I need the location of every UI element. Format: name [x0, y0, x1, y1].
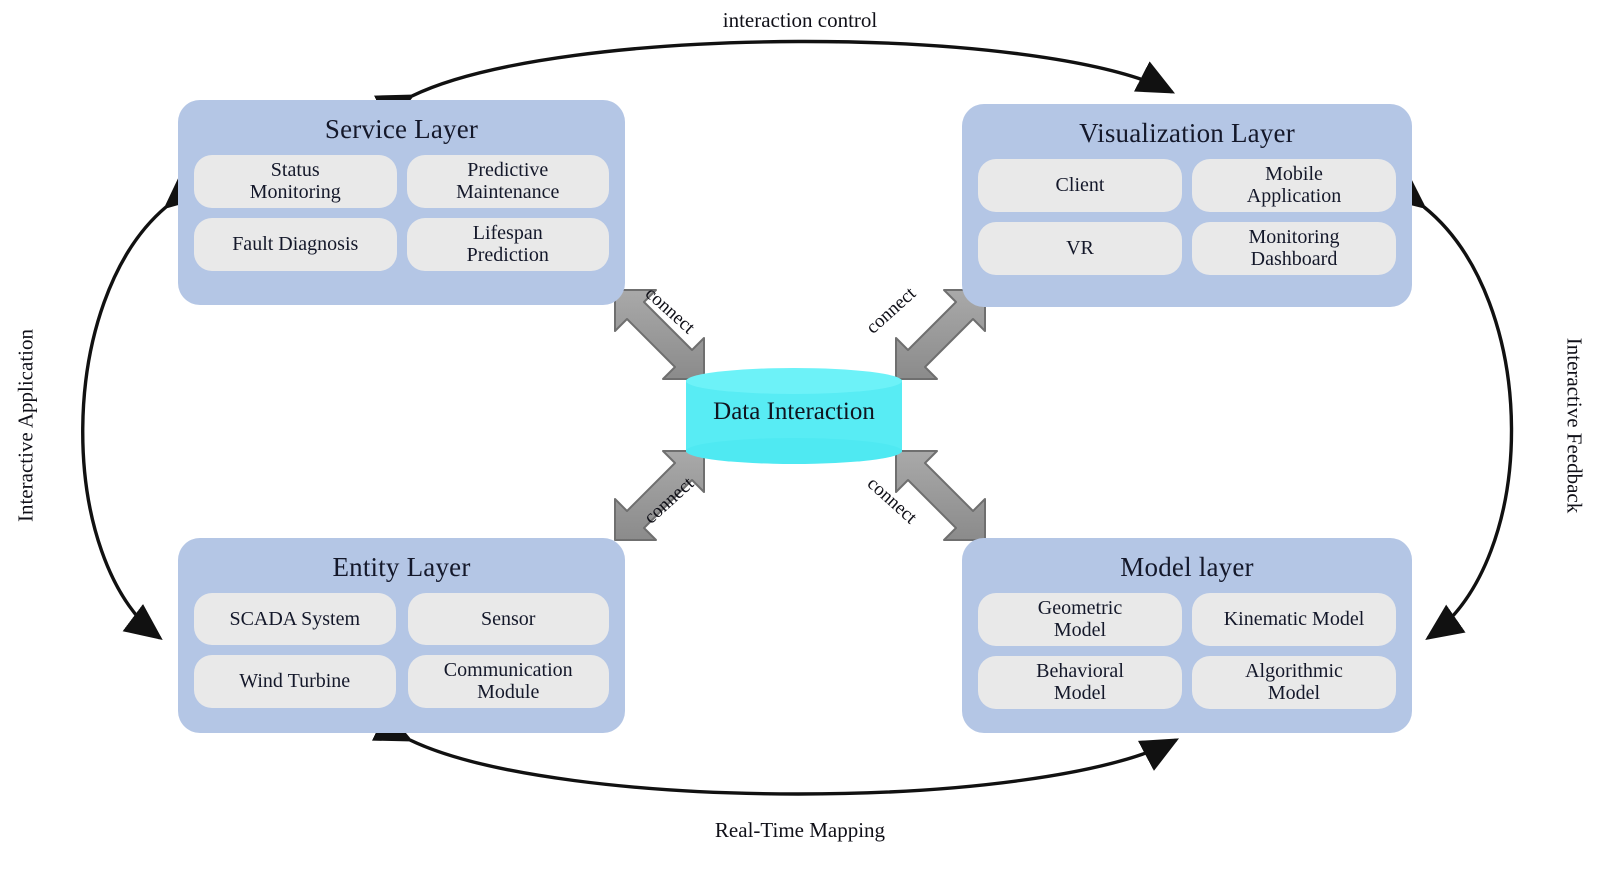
visualization-item-vr[interactable]: VR	[978, 221, 1182, 275]
model-item-kinematic-model[interactable]: Kinematic Model	[1192, 593, 1396, 646]
entity-item-scada-system[interactable]: SCADA System	[194, 593, 396, 645]
pill-grid-visualization: Client Mobile Application VR Monitoring …	[962, 159, 1412, 291]
flow-label-interactive-feedback: Interactive Feedback	[1562, 337, 1587, 514]
layer-title-model: Model layer	[1120, 552, 1254, 582]
entity-item-sensor[interactable]: Sensor	[407, 593, 609, 645]
connect-label-top-right: connect	[862, 283, 921, 339]
data-interaction-cylinder[interactable]: Data Interaction	[686, 368, 902, 464]
service-item-lifespan-prediction[interactable]: Lifespan Prediction	[406, 217, 609, 271]
connect-label-bottom-right: connect	[862, 473, 921, 529]
entity-item-wind-turbine[interactable]: Wind Turbine	[194, 655, 396, 708]
service-item-status-monitoring[interactable]: Status Monitoring	[194, 155, 397, 208]
cylinder-top-ellipse	[686, 368, 902, 394]
connect-arrow-bottom-right	[895, 450, 986, 541]
model-item-algorithmic-model[interactable]: Algorithmic Model	[1192, 655, 1396, 709]
cylinder-bottom-ellipse	[686, 438, 902, 464]
model-item-geometric-model[interactable]: Geometric Model	[978, 593, 1182, 646]
pill-grid-entity: SCADA System Sensor Wind Turbine Communi…	[178, 593, 625, 724]
service-item-predictive-maintenance[interactable]: Predictive Maintenance	[406, 155, 609, 208]
visualization-item-mobile-application[interactable]: Mobile Application	[1192, 159, 1396, 212]
flow-curve-right	[1386, 172, 1514, 640]
connect-label-top-left: connect	[640, 283, 699, 339]
flow-label-interaction-control: interaction control	[722, 8, 878, 32]
layer-title-visualization: Visualization Layer	[1079, 118, 1295, 148]
visualization-item-client[interactable]: Client	[978, 159, 1182, 212]
data-interaction-label: Data Interaction	[713, 398, 875, 425]
flow-curve-left	[81, 172, 203, 641]
model-item-behavioral-model[interactable]: Behavioral Model	[978, 655, 1182, 709]
flow-label-real-time-mapping: Real-Time Mapping	[714, 818, 886, 842]
pill-grid-service: Status Monitoring Predictive Maintenance…	[178, 155, 625, 287]
diagram-canvas: Service Layer Status Monitoring Predicti…	[0, 0, 1600, 870]
layer-panel-visualization[interactable]: Visualization Layer Client Mobile Applic…	[962, 104, 1412, 307]
flow-curve-bottom	[371, 709, 1180, 796]
service-item-fault-diagnosis[interactable]: Fault Diagnosis	[194, 217, 397, 271]
flow-curve-top	[373, 39, 1176, 127]
layer-panel-service[interactable]: Service Layer Status Monitoring Predicti…	[178, 100, 625, 305]
flow-label-interactive-application: Interactive Application	[13, 329, 38, 523]
layer-panel-entity[interactable]: Entity Layer SCADA System Sensor Wind Tu…	[178, 538, 625, 733]
entity-item-communication-module[interactable]: Communication Module	[407, 655, 609, 708]
layer-title-entity: Entity Layer	[332, 552, 471, 582]
pill-grid-model: Geometric Model Kinematic Model Behavior…	[962, 593, 1412, 725]
layer-panel-model[interactable]: Model layer Geometric Model Kinematic Mo…	[962, 538, 1412, 733]
connect-label-bottom-left: connect	[640, 473, 699, 529]
layer-title-service: Service Layer	[324, 114, 479, 144]
visualization-item-monitoring-dashboard[interactable]: Monitoring Dashboard	[1192, 221, 1396, 275]
